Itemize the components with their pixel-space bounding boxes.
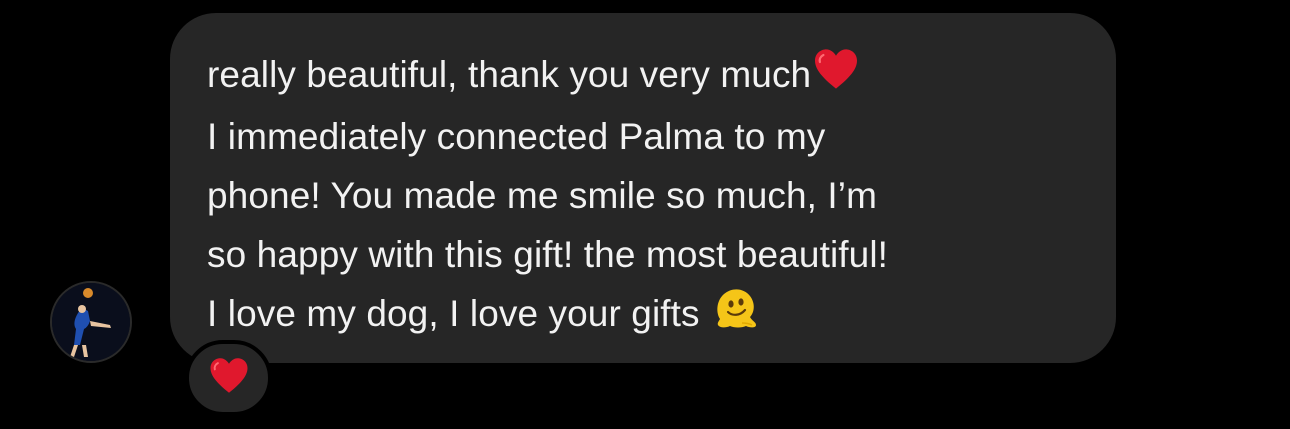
message-line: so happy with this gift! the most beauti… (207, 225, 1086, 284)
message-line: really beautiful, thank you very much (207, 45, 1086, 107)
avatar-photo (52, 283, 130, 361)
message-line: I immediately connected Palma to my (207, 107, 1086, 166)
message-text: so happy with this gift! the most beauti… (207, 233, 889, 275)
chat-thread: really beautiful, thank you very much I … (0, 0, 1290, 429)
message-text: I immediately connected Palma to my (207, 115, 826, 157)
red-heart-icon (209, 357, 249, 399)
sender-avatar[interactable] (50, 281, 132, 363)
message-text: really beautiful, thank you very much (207, 54, 812, 95)
message-text: I love my dog, I love your gifts (207, 292, 700, 334)
message-line: I love my dog, I love your gifts (207, 284, 1086, 347)
red-heart-icon (813, 48, 859, 107)
melting-face-icon (712, 285, 760, 346)
message-reaction[interactable] (185, 340, 272, 416)
message-line: phone! You made me smile so much, I’m (207, 166, 1086, 225)
message-bubble[interactable]: really beautiful, thank you very much I … (170, 13, 1116, 363)
message-text: phone! You made me smile so much, I’m (207, 174, 878, 216)
